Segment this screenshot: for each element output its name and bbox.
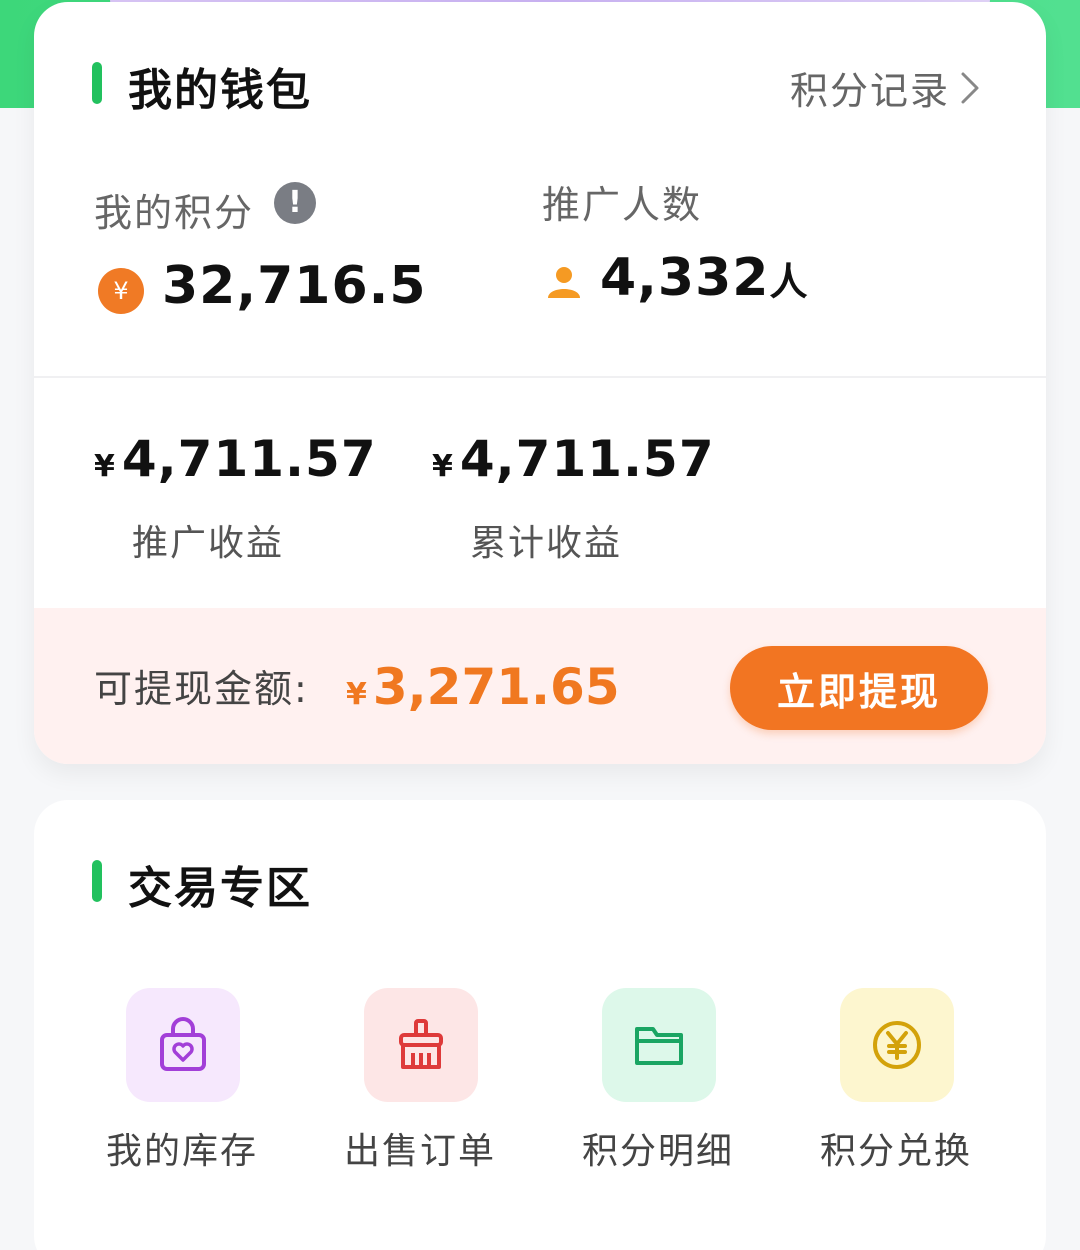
currency-symbol: ¥ bbox=[346, 677, 367, 712]
points-detail-tile bbox=[602, 988, 716, 1102]
promo-income-value: 4,711.57 bbox=[121, 430, 377, 488]
points-record-link[interactable]: 积分记录 bbox=[790, 60, 980, 115]
sell-orders-tile bbox=[364, 988, 478, 1102]
withdrawable-label: 可提现金额: bbox=[94, 667, 309, 711]
currency-symbol: ¥ bbox=[432, 449, 454, 484]
trade-title: 交易专区 bbox=[128, 863, 312, 914]
yen-coin-icon bbox=[873, 1021, 921, 1069]
folder-icon bbox=[635, 1027, 683, 1065]
shopping-bag-heart-icon bbox=[160, 1017, 206, 1071]
total-income-value: 4,711.57 bbox=[459, 430, 715, 488]
promo-count-unit: 人 bbox=[769, 260, 809, 304]
trade-item-label: 出售订单 bbox=[343, 1131, 496, 1172]
total-income-label: 累计收益 bbox=[470, 523, 623, 564]
promo-count-label: 推广人数 bbox=[542, 183, 703, 227]
promo-count-value: 4,332 bbox=[600, 248, 770, 308]
section-accent-bar bbox=[92, 860, 102, 902]
points-record-label: 积分记录 bbox=[789, 69, 950, 113]
coin-icon: ¥ bbox=[98, 268, 144, 314]
wallet-card: 我的钱包 积分记录 我的积分 ! ¥ 32,716.5 推广人数 4,332人 … bbox=[34, 2, 1046, 764]
withdrawable-amount: ¥3,271.65 bbox=[346, 658, 620, 716]
trade-item-label: 积分兑换 bbox=[819, 1131, 972, 1172]
info-icon[interactable]: ! bbox=[274, 182, 316, 224]
trade-item-label: 我的库存 bbox=[105, 1131, 258, 1172]
total-income-amount: ¥4,711.57 bbox=[432, 430, 715, 488]
points-value: 32,716.5 bbox=[162, 256, 427, 316]
promo-income-amount: ¥4,711.57 bbox=[94, 430, 377, 488]
broom-icon bbox=[399, 1019, 443, 1069]
trade-card: 交易专区 我的库存 出售订单 积分明细 积分兑换 bbox=[34, 800, 1046, 1250]
currency-symbol: ¥ bbox=[94, 449, 116, 484]
inventory-tile bbox=[126, 988, 240, 1102]
chevron-right-icon bbox=[961, 72, 979, 103]
withdrawable-value: 3,271.65 bbox=[372, 658, 620, 716]
points-exchange-tile bbox=[840, 988, 954, 1102]
promo-income-label: 推广收益 bbox=[132, 523, 285, 564]
wallet-title: 我的钱包 bbox=[128, 65, 312, 116]
section-accent-bar bbox=[92, 62, 102, 104]
promo-count: 4,332人 bbox=[600, 248, 809, 308]
person-icon bbox=[548, 267, 580, 298]
trade-item-label: 积分明细 bbox=[581, 1131, 734, 1172]
withdraw-button[interactable]: 立即提现 bbox=[730, 646, 988, 730]
divider bbox=[34, 376, 1046, 378]
points-label: 我的积分 bbox=[94, 191, 255, 235]
